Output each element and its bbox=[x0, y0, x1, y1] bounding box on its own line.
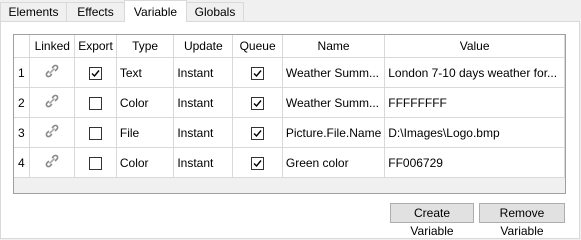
update-cell[interactable]: Instant bbox=[173, 117, 234, 148]
type-cell[interactable]: Color bbox=[116, 87, 175, 118]
linked-cell[interactable] bbox=[29, 87, 76, 118]
linked-cell[interactable] bbox=[29, 117, 76, 148]
export-checkbox[interactable] bbox=[89, 96, 103, 110]
header-row: Linked Export Type Update Queue Name Val… bbox=[14, 35, 565, 58]
column-header-linked[interactable]: Linked bbox=[29, 35, 76, 58]
column-header-value[interactable]: Value bbox=[384, 35, 565, 58]
queue-checkbox[interactable] bbox=[251, 66, 265, 80]
table-row[interactable]: 1 Text Instant Weather Summ... London 7-10 d… bbox=[14, 57, 565, 88]
value-cell[interactable]: London 7-10 days weather for... bbox=[384, 57, 565, 88]
link-icon[interactable] bbox=[45, 124, 59, 141]
export-checkbox[interactable] bbox=[89, 66, 103, 80]
queue-checkbox[interactable] bbox=[251, 96, 265, 110]
export-checkbox[interactable] bbox=[89, 156, 103, 170]
type-cell[interactable]: Text bbox=[116, 57, 175, 88]
queue-cell[interactable] bbox=[232, 147, 283, 178]
value-text: D:\Images\Logo.bmp bbox=[388, 125, 500, 140]
tab-elements[interactable]: Elements bbox=[0, 2, 67, 21]
row-number: 2 bbox=[14, 87, 31, 118]
link-icon[interactable] bbox=[45, 94, 59, 111]
queue-cell[interactable] bbox=[232, 57, 283, 88]
name-text: Weather Summ... bbox=[285, 95, 380, 110]
value-cell[interactable]: FFFFFFFF bbox=[384, 87, 565, 118]
value-cell[interactable]: FF006729 bbox=[384, 147, 565, 178]
value-text: London 7-10 days weather for... bbox=[388, 65, 558, 80]
value-cell[interactable]: D:\Images\Logo.bmp bbox=[384, 117, 565, 148]
value-text: FFFFFFFF bbox=[388, 95, 447, 110]
link-icon[interactable] bbox=[45, 64, 59, 81]
table-row[interactable]: 3 File Instant Picture.File.Name D:\Images\L… bbox=[14, 117, 565, 148]
type-cell[interactable]: File bbox=[116, 117, 175, 148]
queue-cell[interactable] bbox=[232, 117, 283, 148]
export-checkbox[interactable] bbox=[89, 126, 103, 140]
variables-table: Linked Export Type Update Queue Name Val… bbox=[14, 35, 565, 178]
linked-cell[interactable] bbox=[29, 57, 76, 88]
link-icon[interactable] bbox=[45, 154, 59, 171]
queue-checkbox[interactable] bbox=[251, 126, 265, 140]
update-cell[interactable]: Instant bbox=[173, 87, 234, 118]
name-cell[interactable]: Weather Summ... bbox=[282, 87, 386, 118]
name-cell[interactable]: Weather Summ... bbox=[282, 57, 386, 88]
column-header-update[interactable]: Update bbox=[173, 35, 234, 58]
name-cell[interactable]: Picture.File.Name bbox=[282, 117, 386, 148]
name-cell[interactable]: Green color bbox=[282, 147, 386, 178]
export-cell[interactable] bbox=[74, 117, 117, 148]
tab-variable[interactable]: Variable bbox=[124, 0, 187, 22]
row-number: 3 bbox=[14, 117, 31, 148]
column-header-queue[interactable]: Queue bbox=[232, 35, 283, 58]
create-variable-button[interactable]: Create Variable bbox=[390, 203, 474, 238]
name-text: Green color bbox=[285, 155, 349, 170]
export-cell[interactable] bbox=[74, 57, 117, 88]
value-text: FF006729 bbox=[388, 155, 443, 170]
update-cell[interactable]: Instant bbox=[173, 147, 234, 178]
variables-grid[interactable]: Linked Export Type Update Queue Name Val… bbox=[13, 34, 566, 194]
queue-checkbox[interactable] bbox=[251, 156, 265, 170]
remove-variable-button[interactable]: Remove Variable bbox=[479, 203, 565, 238]
row-number: 4 bbox=[14, 147, 31, 178]
export-cell[interactable] bbox=[74, 87, 117, 118]
name-text: Weather Summ... bbox=[285, 65, 380, 80]
tab-globals[interactable]: Globals bbox=[186, 2, 244, 21]
row-number: 1 bbox=[14, 57, 31, 88]
tab-bar: Elements Effects Variable Globals bbox=[0, 0, 581, 22]
column-header-export[interactable]: Export bbox=[74, 35, 117, 58]
linked-cell[interactable] bbox=[29, 147, 76, 178]
type-cell[interactable]: Color bbox=[116, 147, 175, 178]
column-header-type[interactable]: Type bbox=[116, 35, 175, 58]
update-cell[interactable]: Instant bbox=[173, 57, 234, 88]
column-header-rownum bbox=[14, 35, 31, 58]
table-row[interactable]: 2 Color Instant Weather Summ... FFFFFFFF bbox=[14, 87, 565, 118]
name-text: Picture.File.Name bbox=[285, 125, 382, 140]
export-cell[interactable] bbox=[74, 147, 117, 178]
column-header-name[interactable]: Name bbox=[282, 35, 386, 58]
tab-effects[interactable]: Effects bbox=[66, 2, 125, 21]
table-row[interactable]: 4 Color Instant Green color FF006729 bbox=[14, 147, 565, 178]
queue-cell[interactable] bbox=[232, 87, 283, 118]
